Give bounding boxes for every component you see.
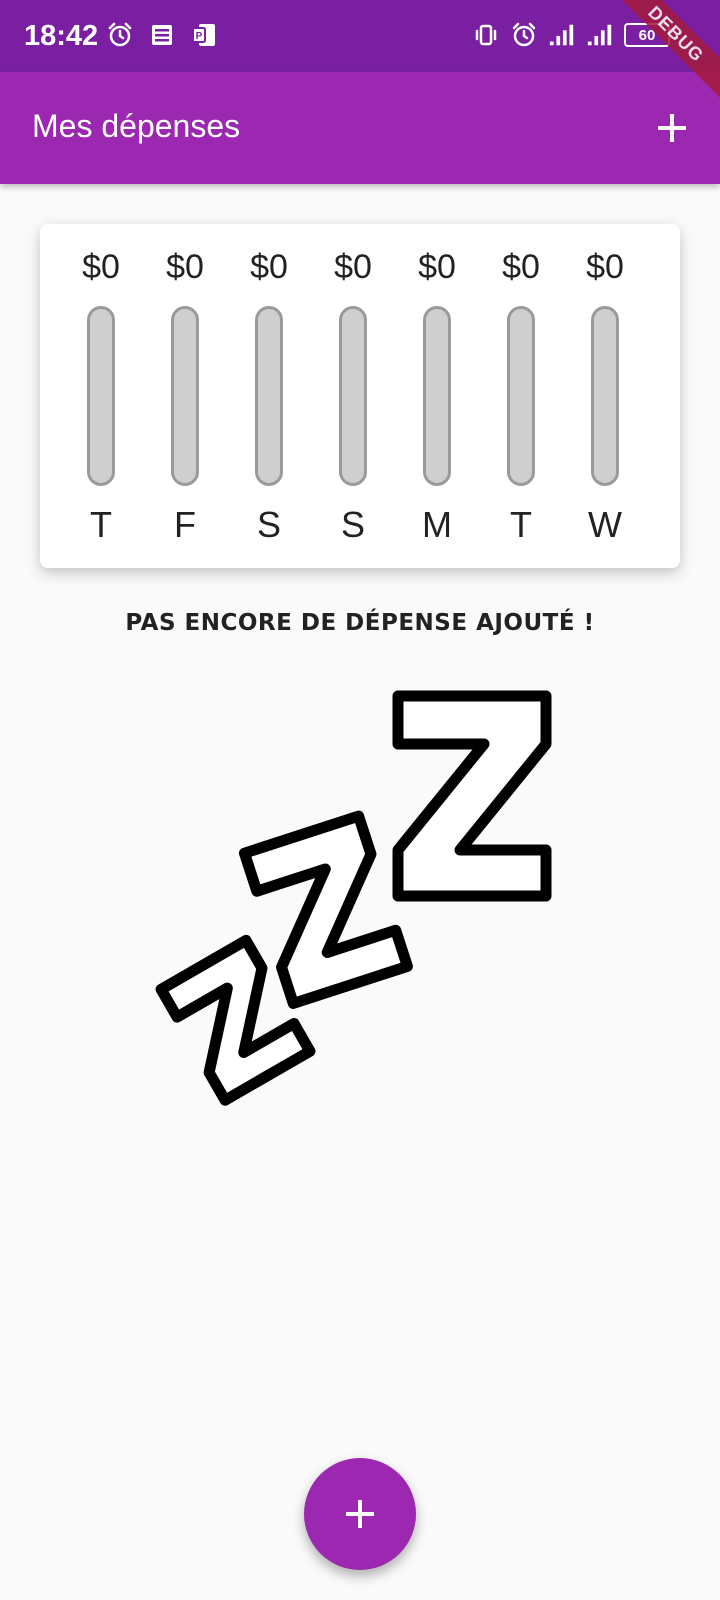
sleeping-zzz-icon [150, 690, 570, 1110]
chart-bar-column: $0 W [562, 240, 648, 560]
alarm-icon [510, 20, 538, 50]
bar-day-label: T [90, 504, 112, 545]
status-time: 18:42 [24, 20, 99, 52]
status-bar: 18:42 P 60 [0, 0, 720, 72]
chart-bar-column: $0 T [58, 240, 144, 560]
bar-amount-label: $0 [334, 248, 372, 286]
bar-day-label: S [340, 504, 365, 545]
bar-day-label: F [174, 504, 196, 545]
svg-text:P: P [196, 31, 203, 42]
news-icon [148, 20, 176, 50]
add-expense-button[interactable] [652, 108, 692, 148]
chart-bar-column: $0 M [394, 240, 480, 560]
signal-icon [548, 20, 576, 50]
weekly-chart-card: $0 T $0 F $0 S $0 S $0 M $0 T $0 W [40, 224, 680, 568]
bar-amount-label: $0 [250, 248, 288, 286]
chart-bar-column: $0 F [142, 240, 228, 560]
add-icon [658, 114, 686, 142]
alarm-icon [106, 20, 134, 50]
bar-track [591, 306, 619, 486]
status-left-icons: P [106, 20, 218, 50]
bar-track [339, 306, 367, 486]
status-right-icons: 60 [472, 20, 670, 50]
bar-track [255, 306, 283, 486]
publisher-icon: P [190, 20, 218, 50]
bar-track [507, 306, 535, 486]
bar-day-label: M [422, 504, 452, 545]
bar-amount-label: $0 [82, 248, 120, 286]
fab-add-button[interactable] [304, 1458, 416, 1570]
bar-amount-label: $0 [418, 248, 456, 286]
bar-day-label: W [588, 504, 622, 545]
empty-state-message: PAS ENCORE DE DÉPENSE AJOUTÉ ! [125, 610, 595, 636]
bar-amount-label: $0 [502, 248, 540, 286]
chart-bar-column: $0 S [310, 240, 396, 560]
chart-bar-column: $0 S [226, 240, 312, 560]
bar-amount-label: $0 [166, 248, 204, 286]
bar-amount-label: $0 [586, 248, 624, 286]
add-icon [346, 1500, 374, 1528]
chart-bar-column: $0 T [478, 240, 564, 560]
bar-day-label: T [510, 504, 532, 545]
bar-day-label: S [256, 504, 281, 545]
vibrate-icon [472, 20, 500, 50]
bar-track [171, 306, 199, 486]
bar-track [87, 306, 115, 486]
signal-icon [586, 20, 614, 50]
page-title: Mes dépenses [32, 108, 241, 144]
app-bar: Mes dépenses [0, 72, 720, 184]
bar-track [423, 306, 451, 486]
